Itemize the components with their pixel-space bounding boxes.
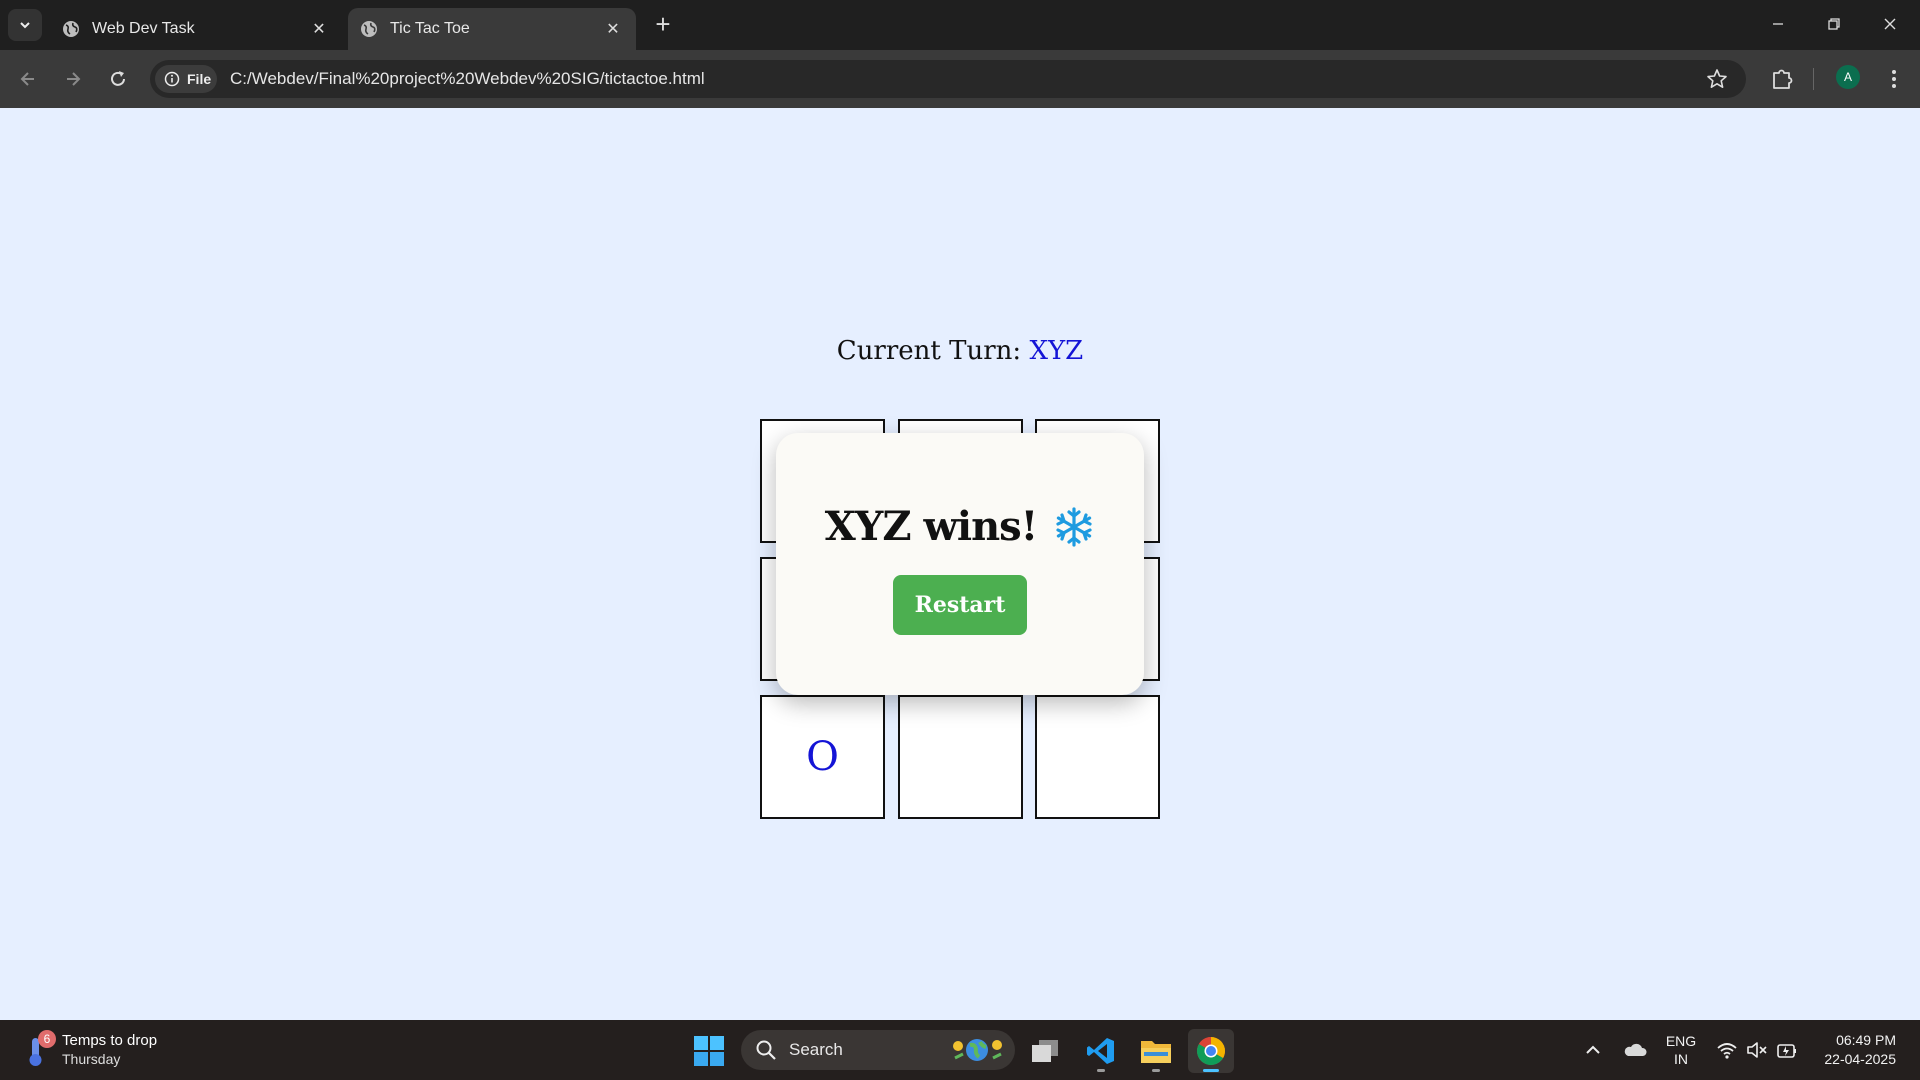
tab-strip: Web Dev Task ✕ Tic Tac Toe ✕ + [0,0,1920,50]
weather-subline: Thursday [62,1051,121,1067]
arrow-left-icon [20,72,34,86]
running-indicator [1152,1069,1160,1072]
onedrive-cloud-icon[interactable] [1622,1039,1648,1061]
task-view-icon [1032,1040,1058,1062]
game-page: Current Turn: XYZ O XYZ wins! Restart [0,108,1920,1020]
minimize-button[interactable] [1750,0,1806,48]
win-message: XYZ wins! [776,503,1144,550]
earth-day-icon [953,1039,1002,1061]
reload-icon [111,71,125,86]
battery-charging-icon[interactable] [1776,1039,1798,1061]
star-icon[interactable] [1706,68,1728,90]
win-text: XYZ wins! [824,503,1039,550]
browser-toolbar: File C:/Webdev/Final%20project%20Webdev%… [0,50,1920,108]
tab-title: Web Dev Task [92,20,195,37]
close-window-button[interactable] [1862,0,1918,48]
toolbar-divider [1813,68,1814,90]
puzzle-icon[interactable] [1768,64,1796,92]
taskbar: 6 Temps to drop Thursday Search ENG IN 0… [0,1020,1920,1080]
back-button[interactable] [13,64,43,94]
tab-web-dev-task[interactable]: Web Dev Task ✕ [50,8,342,50]
globe-icon [63,21,79,37]
site-info-chip[interactable]: File [155,65,217,93]
chrome-icon [1197,1037,1225,1065]
arrow-right-icon [67,72,81,86]
restart-button[interactable]: Restart [893,575,1027,635]
restore-icon [1828,18,1840,30]
running-indicator [1097,1069,1105,1072]
turn-player: XYZ [1029,336,1084,366]
chevron-down-icon [20,22,30,29]
speaker-muted-icon[interactable] [1746,1039,1768,1061]
vscode-app[interactable] [1078,1029,1124,1073]
board-cell[interactable]: O [760,695,885,819]
site-chip-label: File [187,71,212,87]
current-turn: Current Turn: XYZ [0,336,1920,366]
task-view-button[interactable] [1022,1029,1068,1073]
clock-date: 22-04-2025 [1824,1051,1896,1067]
tab-search-button[interactable] [8,9,42,41]
clock-time: 06:49 PM [1836,1032,1896,1048]
system-clock[interactable]: 06:49 PM 22-04-2025 [1810,1031,1896,1069]
folder-icon [1141,1041,1171,1063]
address-bar[interactable]: File C:/Webdev/Final%20project%20Webdev%… [150,60,1746,98]
info-icon [164,71,180,87]
win-modal: XYZ wins! Restart [776,433,1144,695]
minimize-icon [1773,23,1783,25]
taskbar-search[interactable]: Search [741,1030,1015,1070]
turn-label: Current Turn: [836,336,1022,366]
board-cell[interactable] [898,695,1023,819]
new-tab-button[interactable]: + [650,11,676,38]
board-cell[interactable] [1035,695,1160,819]
search-icon [756,1040,776,1060]
lang-code: ENG [1665,1033,1697,1049]
globe-icon [361,21,377,37]
forward-button[interactable] [58,64,88,94]
profile-avatar[interactable]: A [1836,65,1860,89]
input-language[interactable]: ENG IN [1664,1032,1698,1068]
lang-region: IN [1674,1051,1688,1067]
close-icon[interactable]: ✕ [600,16,626,42]
more-menu-icon[interactable] [1882,65,1906,93]
tab-title: Tic Tac Toe [390,20,470,37]
weather-widget[interactable]: 6 Temps to drop Thursday [24,1028,157,1072]
wifi-icon[interactable] [1716,1039,1738,1061]
restore-button[interactable] [1806,0,1862,48]
close-icon[interactable]: ✕ [306,16,332,42]
snowflake-icon [1056,506,1092,547]
weather-badge: 6 [38,1030,56,1048]
weather-headline: Temps to drop [62,1032,158,1049]
thermometer-icon: 6 [24,1030,56,1068]
running-indicator [1203,1069,1219,1072]
url-text[interactable]: C:/Webdev/Final%20project%20Webdev%20SIG… [230,69,705,89]
vscode-icon [1087,1038,1114,1064]
tab-tic-tac-toe[interactable]: Tic Tac Toe ✕ [348,8,636,50]
chevron-up-icon[interactable] [1582,1039,1604,1061]
windows-start-icon[interactable] [693,1035,725,1067]
search-label: Search [789,1040,843,1059]
file-explorer-app[interactable] [1133,1029,1179,1073]
chrome-app[interactable] [1188,1029,1234,1073]
close-icon [1884,18,1896,30]
reload-button[interactable] [103,64,133,94]
